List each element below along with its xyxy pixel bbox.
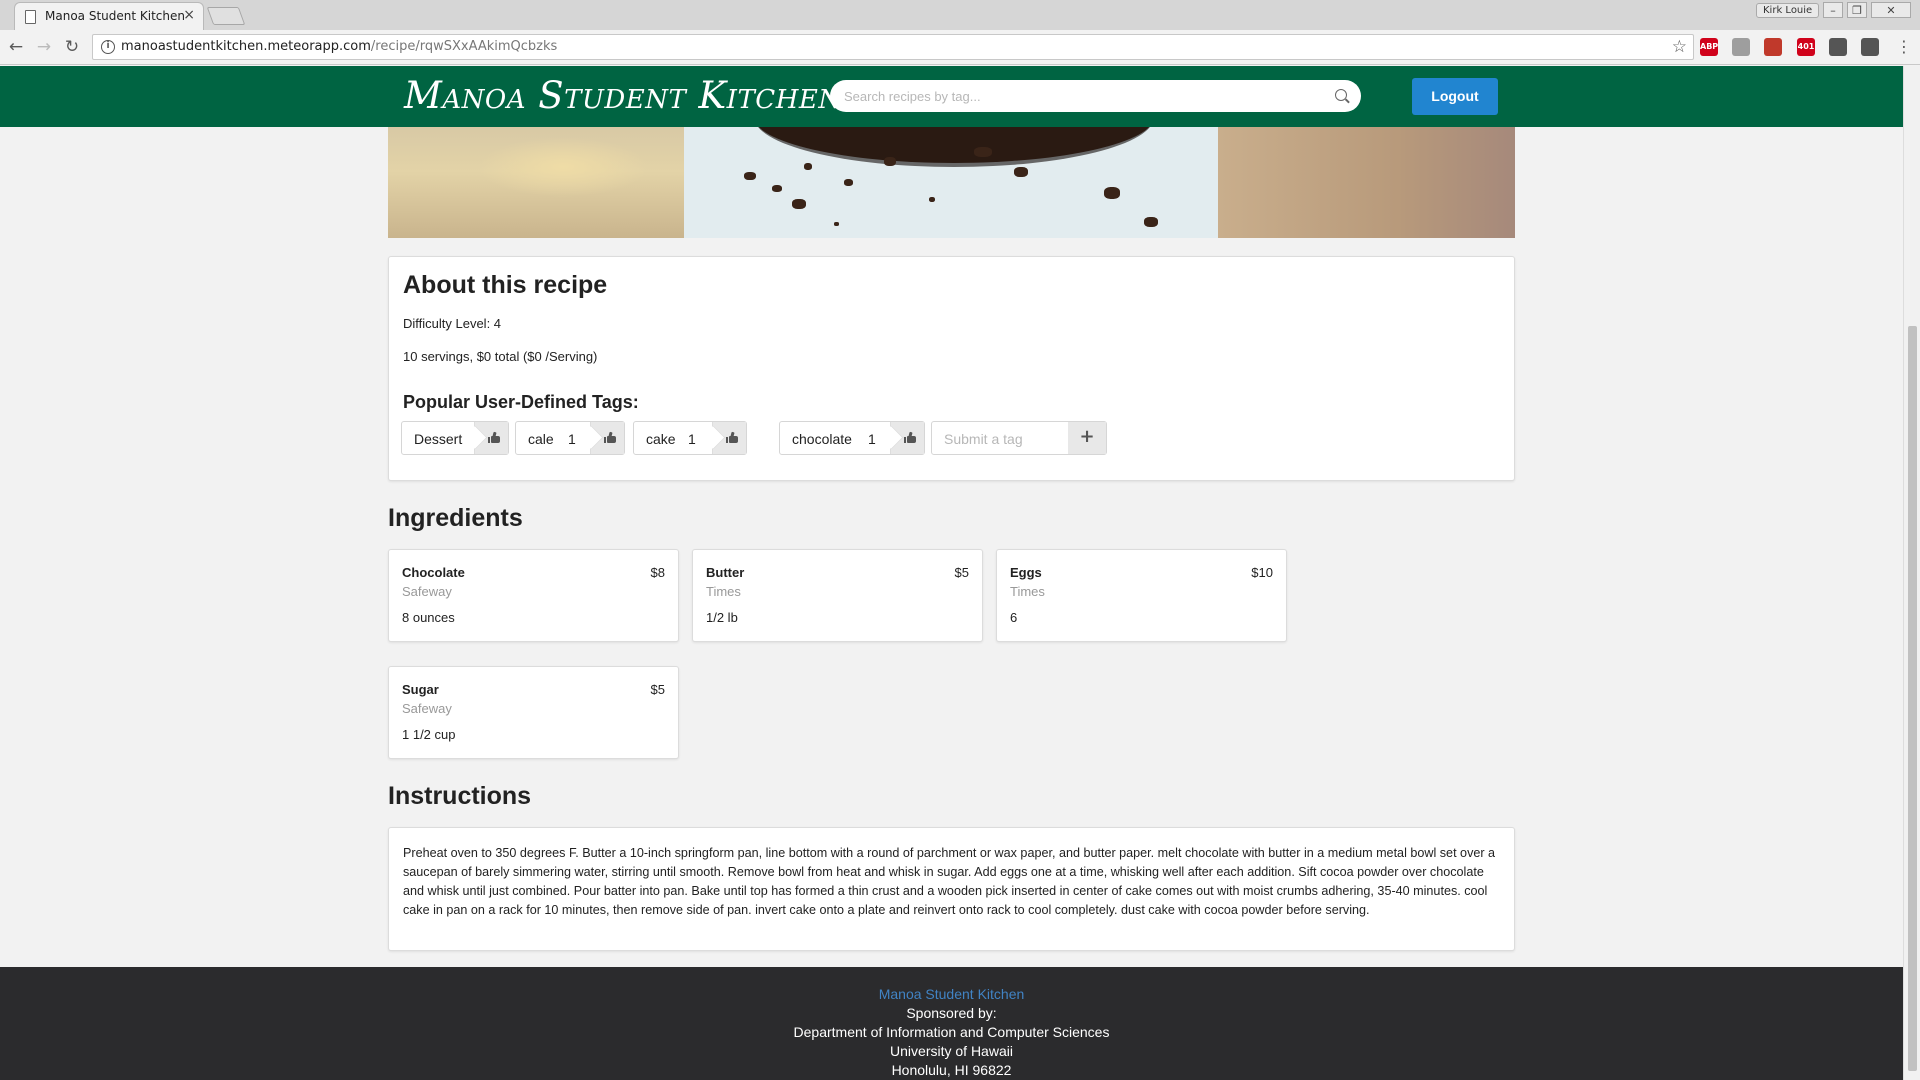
scrollbar-thumb[interactable] <box>1908 326 1917 1071</box>
footer-university: University of Hawaii <box>890 1043 1013 1059</box>
search-bar[interactable] <box>830 80 1361 112</box>
extension-icon[interactable] <box>1764 38 1782 56</box>
tag-chip: Dessert 1 <box>401 421 509 455</box>
about-title: About this recipe <box>403 271 608 299</box>
shield-icon[interactable] <box>1861 38 1879 56</box>
tab-title: Manoa Student Kitchen <box>45 9 185 23</box>
ingredient-name: Butter <box>706 565 745 580</box>
ingredient-store: Safeway <box>402 701 452 716</box>
sync-icon[interactable] <box>1829 38 1847 56</box>
reload-icon[interactable]: ↻ <box>62 37 82 57</box>
upvote-tag-button[interactable] <box>712 422 746 454</box>
ingredient-name: Eggs <box>1010 565 1042 580</box>
ingredient-quantity: 1/2 lb <box>706 610 738 625</box>
close-tab-icon[interactable]: × <box>183 7 195 23</box>
ingredient-price: $10 <box>1251 565 1273 580</box>
tag-count: 1 <box>688 431 696 447</box>
tag-chip: cake 1 <box>633 421 747 455</box>
thumbs-up-icon <box>726 431 738 443</box>
url-text: manoastudentkitchen.meteorapp.com/recipe… <box>121 39 558 54</box>
ingredient-quantity: 8 ounces <box>402 610 455 625</box>
page-scrollbar[interactable] <box>1903 66 1920 1080</box>
info-icon[interactable]: i <box>101 40 115 54</box>
extension-icon[interactable] <box>1732 38 1750 56</box>
address-bar[interactable]: i manoastudentkitchen.meteorapp.com/reci… <box>92 34 1694 60</box>
window-close-button[interactable]: ✕ <box>1871 2 1911 18</box>
back-icon[interactable]: ← <box>6 37 26 57</box>
footer-sponsored: Sponsored by: <box>906 1005 997 1021</box>
site-navbar: Manoa Student Kitchen Logout <box>0 66 1903 127</box>
forward-icon[interactable]: → <box>34 37 54 57</box>
servings-cost: 10 servings, $0 total ($0 /Serving) <box>403 349 598 364</box>
upvote-tag-button[interactable] <box>590 422 624 454</box>
instructions-text: Preheat oven to 350 degrees F. Butter a … <box>403 846 1496 917</box>
ingredient-quantity: 6 <box>1010 610 1018 625</box>
upvote-tag-button[interactable] <box>474 422 508 454</box>
thumbs-up-icon <box>604 431 616 443</box>
tag-name[interactable]: chocolate <box>792 431 852 447</box>
minimize-button[interactable]: – <box>1823 2 1843 18</box>
add-tag-button[interactable]: + <box>1068 422 1106 454</box>
profile-badge[interactable]: Kirk Louie <box>1756 3 1820 18</box>
bookmark-star-icon[interactable]: ☆ <box>1672 37 1687 57</box>
ingredients-title: Ingredients <box>388 504 523 532</box>
ingredient-quantity: 1 1/2 cup <box>402 727 456 742</box>
footer-department: Department of Information and Computer S… <box>793 1024 1110 1040</box>
submit-tag-field: + <box>931 421 1107 455</box>
browser-tab[interactable]: Manoa Student Kitchen × <box>14 2 204 30</box>
ingredient-store: Safeway <box>402 584 452 599</box>
tags-title: Popular User-Defined Tags: <box>403 392 639 412</box>
upvote-tag-button[interactable] <box>890 422 924 454</box>
browser-tab-bar: Manoa Student Kitchen × Kirk Louie – ❐ ✕ <box>0 0 1920 30</box>
restore-button[interactable]: ❐ <box>1847 2 1867 18</box>
ingredient-store: Times <box>1010 584 1045 599</box>
page-icon <box>25 10 36 24</box>
tag-chip: chocolate 1 <box>779 421 925 455</box>
site-footer: Manoa Student Kitchen Sponsored by: Depa… <box>0 967 1903 1080</box>
thumbs-up-icon <box>488 431 500 443</box>
page: Manoa Student Kitchen Logout About this … <box>0 66 1903 1080</box>
tag-count: 1 <box>868 431 876 447</box>
submit-tag-input[interactable] <box>944 430 1074 448</box>
ingredient-store: Times <box>706 584 741 599</box>
ingredient-price: $5 <box>954 565 969 580</box>
tag-name[interactable]: cale <box>528 431 554 447</box>
adblock-icon[interactable]: ABP <box>1700 38 1718 56</box>
footer-address: Honolulu, HI 96822 <box>891 1062 1012 1078</box>
ingredient-name: Chocolate <box>402 565 465 580</box>
ingredient-price: $8 <box>650 565 665 580</box>
search-icon[interactable] <box>1335 89 1347 101</box>
ingredient-card: Chocolate $8 Safeway 8 ounces <box>388 549 679 642</box>
ingredient-card: Butter $5 Times 1/2 lb <box>692 549 983 642</box>
difficulty-level: Difficulty Level: 4 <box>403 316 502 331</box>
gmail-icon[interactable]: 401 <box>1797 38 1815 56</box>
search-input[interactable] <box>844 86 1324 106</box>
instructions-title: Instructions <box>388 782 532 810</box>
ingredient-price: $5 <box>650 682 665 697</box>
ingredient-card: Sugar $5 Safeway 1 1/2 cup <box>388 666 679 759</box>
thumbs-up-icon <box>904 431 916 443</box>
logout-button[interactable]: Logout <box>1412 78 1498 115</box>
about-recipe-card: About this recipe Difficulty Level: 4 10… <box>388 256 1515 481</box>
browser-menu-icon[interactable]: ⋮ <box>1896 37 1912 56</box>
ingredient-card: Eggs $10 Times 6 <box>996 549 1287 642</box>
instructions-card: Preheat oven to 350 degrees F. Butter a … <box>388 827 1515 951</box>
new-tab-button[interactable] <box>206 7 246 25</box>
ingredient-name: Sugar <box>402 682 439 697</box>
tag-count: 1 <box>568 431 576 447</box>
tag-name[interactable]: cake <box>646 431 676 447</box>
footer-link[interactable]: Manoa Student Kitchen <box>0 986 1903 1002</box>
browser-toolbar: ← → ↻ i manoastudentkitchen.meteorapp.co… <box>0 30 1920 65</box>
tag-name[interactable]: Dessert <box>414 431 462 447</box>
recipe-hero-image <box>388 127 1515 238</box>
tag-chip: cale 1 <box>515 421 625 455</box>
site-brand[interactable]: Manoa Student Kitchen <box>404 74 842 117</box>
